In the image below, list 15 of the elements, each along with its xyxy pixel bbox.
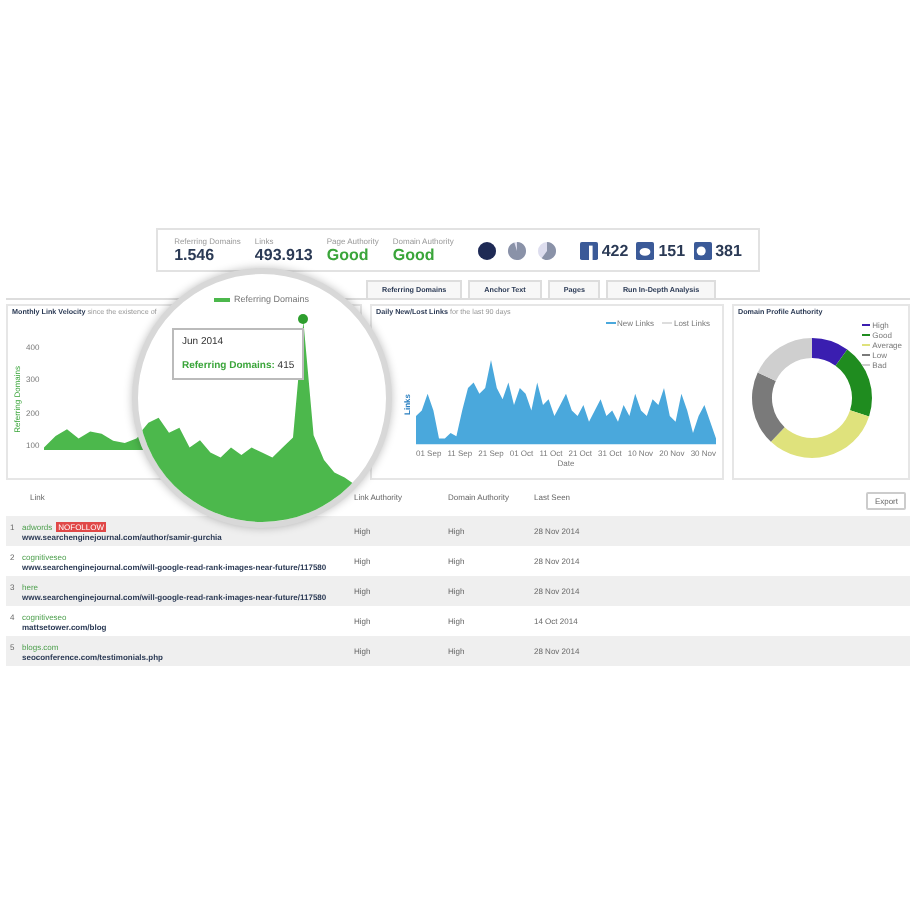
share-count: 422: [601, 241, 629, 259]
stat-value: Good: [326, 246, 371, 264]
pie-icon: [477, 241, 496, 259]
social-icon: [693, 241, 712, 259]
pie-icon: [537, 241, 556, 259]
share-count: 151: [658, 241, 686, 259]
stat-value: 1.546: [174, 246, 217, 264]
social-icon: [579, 241, 598, 259]
pie-icon: [507, 241, 526, 259]
social-icon: [636, 241, 655, 259]
stat-value: Good: [392, 246, 437, 264]
donut-chart: [750, 336, 874, 460]
data-point-icon: [298, 314, 308, 324]
stat-value: 493.913: [254, 246, 313, 264]
share-count: 381: [715, 241, 742, 259]
